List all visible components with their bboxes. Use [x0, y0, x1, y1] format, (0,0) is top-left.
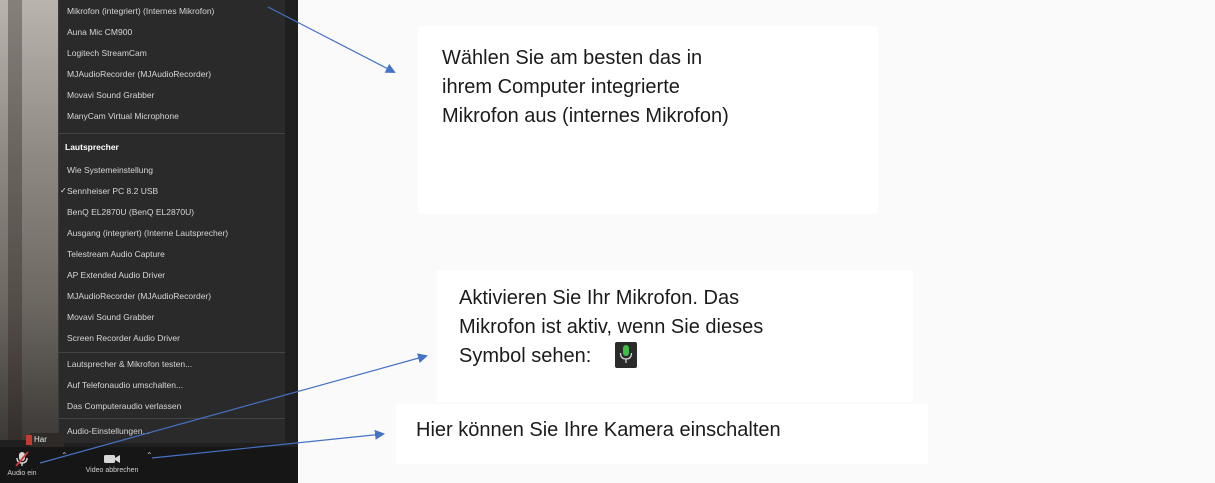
- participant-name: Har: [26, 433, 64, 447]
- menu-item-speaker-screen-recorder[interactable]: Screen Recorder Audio Driver: [67, 331, 180, 345]
- meeting-toolbar: Audio ein ⌃ Video abbrechen ⌃: [0, 447, 298, 483]
- menu-item-speaker-movavi[interactable]: Movavi Sound Grabber: [67, 310, 154, 324]
- mic-active-icon: [614, 341, 637, 368]
- speaker-section-header: Lautsprecher: [65, 142, 119, 152]
- callout-text: Symbol sehen:: [459, 345, 592, 367]
- callout-line: Wählen Sie am besten das in: [442, 47, 703, 69]
- menu-item-speaker-internal[interactable]: Ausgang (integriert) (Interne Lautsprech…: [67, 226, 228, 240]
- zoom-screenshot: Mikrofon (integriert) (Internes Mikrofon…: [0, 0, 298, 483]
- callout-activate-tip: Aktivieren Sie Ihr Mikrofon. Das Mikrofo…: [437, 270, 913, 402]
- callout-text: Hier können Sie Ihre Kamera einschalten: [416, 419, 781, 441]
- video-button[interactable]: Video abbrechen: [66, 453, 158, 474]
- menu-item-speaker-sennheiser[interactable]: Sennheiser PC 8.2 USB: [60, 184, 158, 198]
- camera-icon: [104, 455, 120, 463]
- menu-item-mic-internal[interactable]: Mikrofon (integriert) (Internes Mikrofon…: [67, 4, 214, 18]
- callout-microphone-tip: Wählen Sie am besten das in ihrem Comput…: [418, 26, 878, 214]
- callout-line: Symbol sehen:: [459, 341, 913, 371]
- mic-muted-icon: [15, 451, 29, 467]
- audio-button-label: Audio ein: [7, 470, 37, 477]
- callout-line: Aktivieren Sie Ihr Mikrofon. Das: [459, 287, 740, 309]
- audio-button[interactable]: Audio ein: [2, 450, 42, 477]
- menu-item-speaker-ap-extended[interactable]: AP Extended Audio Driver: [67, 268, 165, 282]
- menu-item-phone-audio[interactable]: Auf Telefonaudio umschalten...: [67, 378, 183, 392]
- audio-menu: Mikrofon (integriert) (Internes Mikrofon…: [58, 0, 285, 443]
- video-preview: [0, 0, 58, 440]
- callout-line: Mikrofon ist aktiv, wenn Sie dieses: [459, 316, 764, 338]
- menu-item-mic-movavi[interactable]: Movavi Sound Grabber: [67, 88, 154, 102]
- menu-item-mic-auna[interactable]: Auna Mic CM900: [67, 25, 132, 39]
- menu-item-leave-audio[interactable]: Das Computeraudio verlassen: [67, 399, 181, 413]
- callout-line: Mikrofon aus (internes Mikrofon): [442, 105, 729, 127]
- menu-divider: [59, 418, 285, 419]
- menu-item-mic-logitech[interactable]: Logitech StreamCam: [67, 46, 147, 60]
- menu-item-speaker-benq[interactable]: BenQ EL2870U (BenQ EL2870U): [67, 205, 194, 219]
- menu-divider: [59, 133, 285, 134]
- chevron-up-icon[interactable]: ⌃: [146, 451, 153, 460]
- menu-item-test-audio[interactable]: Lautsprecher & Mikrofon testen...: [67, 357, 192, 371]
- video-button-label: Video abbrechen: [85, 467, 139, 474]
- menu-item-speaker-mjaudio[interactable]: MJAudioRecorder (MJAudioRecorder): [67, 289, 211, 303]
- callout-line: ihrem Computer integrierte: [442, 76, 680, 98]
- callout-camera-tip: Hier können Sie Ihre Kamera einschalten: [396, 404, 928, 464]
- menu-divider: [59, 352, 285, 353]
- menu-item-mic-manycam[interactable]: ManyCam Virtual Microphone: [67, 109, 179, 123]
- menu-item-speaker-telestream[interactable]: Telestream Audio Capture: [67, 247, 165, 261]
- menu-item-audio-settings[interactable]: Audio-Einstellungen...: [67, 424, 150, 438]
- menu-item-speaker-system[interactable]: Wie Systemeinstellung: [67, 163, 153, 177]
- menu-item-mic-mjaudio[interactable]: MJAudioRecorder (MJAudioRecorder): [67, 67, 211, 81]
